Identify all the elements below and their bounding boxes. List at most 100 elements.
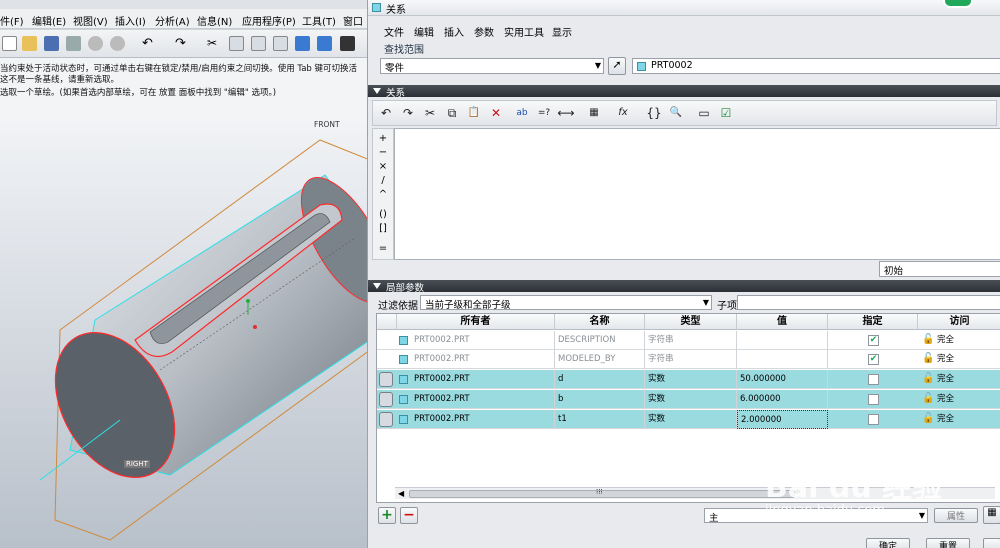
bg-menu-analysis[interactable]: 分析(A)	[155, 13, 190, 28]
value-cell[interactable]: 50.000000	[737, 370, 828, 389]
braces-icon[interactable]: {}	[645, 104, 663, 122]
copy-icon[interactable]: ⧉	[443, 104, 461, 122]
value-cell[interactable]: 6.000000	[737, 390, 828, 409]
paste-icon[interactable]	[251, 36, 266, 51]
divide-operator[interactable]: /	[373, 175, 393, 186]
relations-editor[interactable]	[394, 128, 1000, 260]
table-row[interactable]: PRT0002.PRT b 实数 6.000000 🔓 完全	[377, 390, 1000, 409]
access-cell[interactable]: 完全	[934, 410, 1000, 429]
type-cell[interactable]: 实数	[645, 410, 737, 429]
multiply-operator[interactable]: ×	[373, 161, 393, 172]
designated-checkbox[interactable]	[868, 394, 879, 405]
verify-icon[interactable]: 🔍	[667, 104, 685, 122]
undo-icon[interactable]: ↶	[377, 104, 395, 122]
regenerate-icon[interactable]	[295, 36, 310, 51]
minus-operator[interactable]: −	[373, 147, 393, 158]
plus-operator[interactable]: +	[373, 133, 393, 144]
access-cell[interactable]: 完全	[934, 331, 1000, 350]
regen-manager-icon[interactable]	[317, 36, 332, 51]
menu-parameters[interactable]: 参数	[474, 24, 494, 39]
dialog-titlebar[interactable]: 关系	[368, 0, 1000, 16]
col-type[interactable]: 类型	[645, 314, 737, 330]
designated-checkbox[interactable]: ✔	[868, 354, 879, 365]
power-operator[interactable]: ^	[373, 189, 393, 200]
designated-checkbox[interactable]	[868, 374, 879, 385]
menu-display[interactable]: 显示	[552, 24, 572, 39]
row-selector[interactable]	[379, 392, 393, 407]
parens-operator[interactable]: ()	[373, 209, 393, 220]
bg-menu-file[interactable]: 件(F)	[0, 13, 24, 28]
save-icon[interactable]	[44, 36, 59, 51]
redo-icon[interactable]: ↷	[175, 36, 190, 51]
paste-icon[interactable]: 📋	[465, 104, 483, 122]
bg-menu-view[interactable]: 视图(V)	[73, 13, 108, 28]
col-designated[interactable]: 指定	[828, 314, 918, 330]
ok-button[interactable]: 确定	[866, 538, 910, 548]
menu-insert[interactable]: 插入	[444, 24, 464, 39]
type-cell[interactable]: 实数	[645, 370, 737, 389]
access-cell[interactable]: 完全	[934, 350, 1000, 369]
dimension-display-icon[interactable]: ab	[513, 104, 531, 122]
subitem-field[interactable]	[737, 295, 1000, 310]
scroll-thumb[interactable]: ⁝⁝⁝	[409, 488, 795, 498]
lookup-type-select[interactable]: 零件 ▼	[380, 58, 604, 74]
add-param-button[interactable]: +	[378, 507, 396, 524]
delete-icon[interactable]: ✕	[487, 104, 505, 122]
extra-button[interactable]	[983, 538, 1000, 548]
name-cell[interactable]: d	[555, 370, 645, 389]
col-access[interactable]: 访问	[918, 314, 1000, 330]
relations-bar[interactable]: 关系	[368, 85, 1000, 99]
check-icon[interactable]: ☑	[717, 104, 735, 122]
bg-menu-window[interactable]: 窗口	[343, 13, 363, 28]
3d-viewport[interactable]: FRONT RIGHT	[0, 120, 390, 548]
designated-checkbox[interactable]: ✔	[868, 335, 879, 346]
copy-icon[interactable]	[229, 36, 244, 51]
initial-value-select[interactable]: 初始	[879, 261, 1000, 277]
new-file-icon[interactable]	[2, 36, 17, 51]
lookup-target-field[interactable]: PRT0002	[632, 58, 1000, 74]
bg-menu-info[interactable]: 信息(N)	[197, 13, 232, 28]
function-icon[interactable]: fx	[611, 104, 635, 122]
find-icon[interactable]	[340, 36, 355, 51]
menu-edit[interactable]: 编辑	[414, 24, 434, 39]
table-row[interactable]: PRT0002.PRT t1 实数 2.000000 🔓 完全	[377, 410, 1000, 429]
access-cell[interactable]: 完全	[934, 390, 1000, 409]
evaluate-icon[interactable]: =?	[535, 104, 553, 122]
row-selector[interactable]	[379, 412, 393, 427]
value-cell[interactable]	[737, 331, 828, 350]
name-cell[interactable]: t1	[555, 410, 645, 429]
print-icon[interactable]	[66, 36, 81, 51]
redo-icon[interactable]: ↷	[399, 104, 417, 122]
local-params-bar[interactable]: 局部参数	[368, 280, 1000, 294]
cut-icon[interactable]: ✂	[207, 36, 222, 51]
designated-checkbox[interactable]	[868, 414, 879, 425]
bg-menu-edit[interactable]: 编辑(E)	[32, 13, 66, 28]
scroll-left-icon[interactable]: ◀	[398, 489, 404, 498]
units-icon[interactable]: ▦	[585, 104, 603, 122]
type-cell[interactable]: 实数	[645, 390, 737, 409]
equals-operator[interactable]: =	[373, 243, 393, 254]
col-name[interactable]: 名称	[555, 314, 645, 330]
undo-icon[interactable]: ↶	[142, 36, 157, 51]
send-icon[interactable]	[88, 36, 103, 51]
access-cell[interactable]: 完全	[934, 370, 1000, 389]
bg-menu-apps[interactable]: 应用程序(P)	[242, 13, 296, 28]
table-row[interactable]: PRT0002.PRT DESCRIPTION 字符串 ✔ 🔓 完全	[377, 331, 1000, 350]
menu-utilities[interactable]: 实用工具	[504, 24, 544, 39]
row-selector[interactable]	[379, 372, 393, 387]
bg-menu-insert[interactable]: 插入(I)	[115, 13, 146, 28]
insert-dimension-icon[interactable]: ⟷	[557, 104, 575, 122]
table-view-icon[interactable]: ▦	[983, 506, 1000, 524]
send2-icon[interactable]	[110, 36, 125, 51]
bg-menu-tools[interactable]: 工具(T)	[302, 13, 336, 28]
menu-file[interactable]: 文件	[384, 24, 404, 39]
name-cell[interactable]: b	[555, 390, 645, 409]
table-row[interactable]: PRT0002.PRT MODELED_BY 字符串 ✔ 🔓 完全	[377, 350, 1000, 369]
remove-param-button[interactable]: −	[400, 507, 418, 524]
brackets-operator[interactable]: []	[373, 223, 393, 234]
value-cell[interactable]	[737, 350, 828, 369]
sort-icon[interactable]: ▭	[695, 104, 713, 122]
attributes-button[interactable]: 属性	[934, 508, 978, 523]
table-row[interactable]: PRT0002.PRT d 实数 50.000000 🔓 完全	[377, 370, 1000, 389]
select-pointer-button[interactable]: ➚	[608, 57, 626, 75]
